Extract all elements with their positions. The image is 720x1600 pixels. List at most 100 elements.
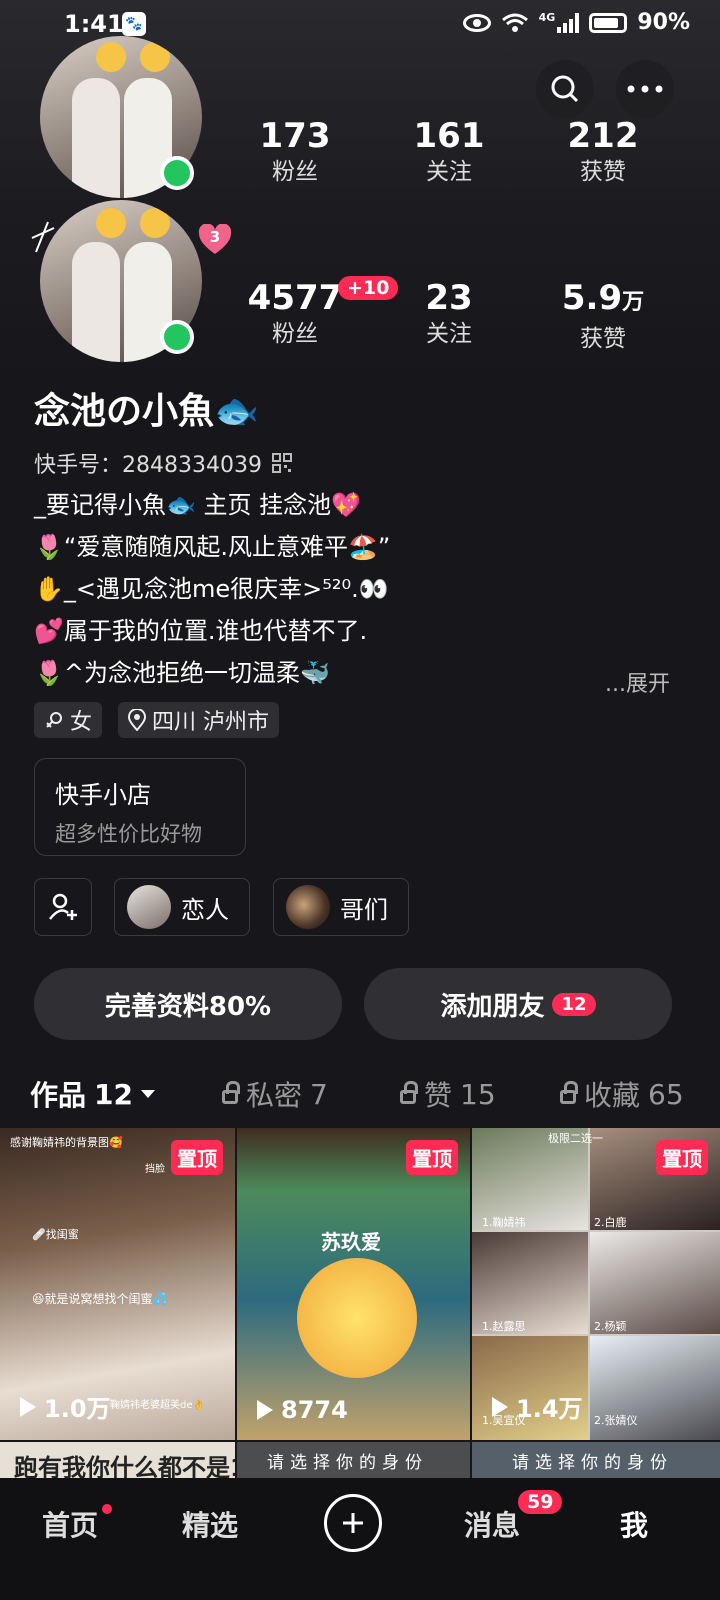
stat-following-1[interactable]: 161 关注 (374, 116, 524, 188)
video-thumbnail[interactable]: 请选择你的身份 (237, 1442, 470, 1482)
expand-bio-button[interactable]: ...展开 (605, 666, 670, 698)
bio: _要记得小魚🐟 主页 挂念池💖 🌷“爱意随随风起.风止意难平🏖️” ✋_<遇见念… (34, 484, 684, 694)
stat-label: 粉丝 (272, 321, 318, 347)
nav-featured[interactable]: 精选 (182, 1504, 238, 1544)
heart-badge-count: 3 (209, 228, 221, 246)
stat-label: 获赞 (580, 159, 626, 185)
home-notification-dot (102, 1504, 112, 1514)
stat-likes-1[interactable]: 212 获赞 (528, 116, 678, 188)
nav-label: 消息 (464, 1509, 521, 1542)
eye-icon (462, 13, 491, 32)
thumbnail-caption: 感谢鞠婧祎的背景图🥰 (10, 1136, 123, 1149)
tab-works[interactable]: 作品 12 (30, 1074, 155, 1114)
video-thumbnail[interactable]: 苏玖爱 置顶 8774 (237, 1128, 470, 1440)
stat-label: 关注 (426, 321, 472, 347)
plus-icon (343, 1513, 363, 1533)
messages-badge: 59 (518, 1490, 563, 1514)
thumbnail-caption: 😆就是说窝想找个闺蜜💦 (32, 1292, 168, 1306)
nav-me[interactable]: 我 (620, 1504, 648, 1544)
video-thumbnail[interactable]: 请选择你的身份 (472, 1442, 720, 1482)
grid-option-label: 1.赵露思 (482, 1320, 526, 1333)
relation-label: 哥们 (340, 895, 388, 924)
tab-count: 7 (310, 1077, 328, 1111)
tab-count: 12 (94, 1077, 133, 1111)
lock-icon (400, 1081, 418, 1104)
shop-card[interactable]: 快手小店 超多性价比好物 (34, 758, 246, 856)
bio-line: 💕属于我的位置.谁也代替不了. (34, 617, 368, 645)
nav-messages[interactable]: 消息 (464, 1504, 520, 1544)
location-tag: 四川 泸州市 (118, 702, 279, 738)
profile-page: 1:41 🐾 4G 90% 173 粉丝 161 关注 212 获赞 3 457… (0, 0, 720, 1600)
tab-favorites[interactable]: 收藏 65 (560, 1074, 684, 1114)
relation-buddy[interactable]: 哥们 (273, 878, 409, 936)
create-button[interactable] (324, 1494, 382, 1552)
thumbnail-caption: 请选择你的身份 (267, 1453, 428, 1473)
lock-icon (222, 1081, 240, 1104)
play-icon (257, 1400, 273, 1420)
gender-tag: 女 (34, 702, 103, 738)
add-friend-button[interactable]: 添加朋友 12 (364, 968, 672, 1040)
pinned-badge: 置顶 (656, 1140, 708, 1175)
add-relation-button[interactable] (34, 878, 92, 936)
signal-icon (557, 12, 580, 33)
stat-value: 161 (413, 116, 485, 156)
tab-private[interactable]: 私密 7 (222, 1074, 328, 1114)
grid-option-label: 1.鞠婧祎 (482, 1216, 526, 1229)
play-count: 1.0万 (20, 1389, 111, 1424)
thumbnail-caption: 请选择你的身份 (512, 1453, 673, 1473)
tab-label: 收藏 (584, 1079, 641, 1112)
add-friend-label: 添加朋友 (440, 991, 545, 1022)
shop-subtitle: 超多性价比好物 (55, 822, 202, 846)
kuaishou-id: 快手号：2848334039 (34, 453, 262, 478)
thumbnail-corner-caption: 挡脸 (145, 1164, 165, 1175)
battery-icon (589, 12, 628, 33)
battery-level: 90% (637, 10, 690, 35)
search-icon (551, 75, 579, 103)
shop-title: 快手小店 (55, 781, 151, 809)
play-count: 1.4万 (492, 1389, 583, 1424)
network-type: 4G (538, 11, 556, 24)
video-thumbnail[interactable]: 跑有我你什么都不是1 (0, 1442, 235, 1482)
relation-avatar (286, 885, 330, 929)
bio-line: ✋_<遇见念池me很庆幸>⁵²⁰.👀 (34, 575, 389, 603)
relation-lover[interactable]: 恋人 (114, 878, 250, 936)
thumbnail-caption: 跑有我你什么都不是1 (14, 1454, 235, 1482)
tab-likes[interactable]: 赞 15 (400, 1074, 496, 1114)
stat-unit: 万 (622, 290, 645, 315)
wifi-icon (501, 13, 528, 32)
content-tabs: 作品 12 私密 7 赞 15 收藏 65 (0, 1064, 720, 1122)
play-count: 8774 (257, 1396, 348, 1424)
online-indicator (160, 156, 194, 190)
stat-label: 关注 (426, 159, 472, 185)
search-button[interactable] (536, 60, 594, 118)
grid-option-label: 2.张婧仪 (594, 1414, 638, 1427)
stat-label: 获赞 (580, 326, 626, 352)
thumbnail-caption: 极限二选一 (548, 1132, 603, 1145)
bio-line: 🌷^为念池拒绝一切温柔🐳 (34, 659, 330, 687)
chevron-down-icon (140, 1090, 155, 1098)
pinned-badge: 置顶 (171, 1140, 223, 1175)
add-person-icon (49, 893, 77, 920)
tab-label: 赞 (424, 1079, 453, 1112)
more-icon (627, 85, 663, 93)
video-thumbnail[interactable]: 感谢鞠婧祎的背景图🥰 挡脸 🩹找闺蜜 😆就是说窝想找个闺蜜💦 鞠婧祎老婆超美de… (0, 1128, 235, 1440)
location-icon (128, 709, 146, 731)
nav-label: 精选 (182, 1509, 239, 1542)
heart-notification-badge[interactable]: 3 (198, 224, 232, 258)
nav-label: 首页 (42, 1509, 99, 1542)
video-thumbnail[interactable]: 极限二选一 1.鞠婧祎 2.白鹿 1.赵露思 2.杨颖 1.吴宣仪 2.张婧仪 … (472, 1128, 720, 1440)
nav-home[interactable]: 首页 (42, 1504, 98, 1544)
gender-text: 女 (70, 710, 93, 735)
stat-followers-1[interactable]: 173 粉丝 (220, 116, 370, 188)
profile-name: 念池の小魚🐟 (34, 391, 259, 432)
thumbnail-caption: 苏玖爱 (321, 1230, 381, 1254)
lock-icon (560, 1081, 578, 1104)
stat-likes-2[interactable]: 5.9万 获赞 (528, 278, 678, 355)
nav-label: 我 (620, 1509, 649, 1542)
complete-profile-button[interactable]: 完善资料80% (34, 968, 342, 1040)
stat-value: 5.9 (561, 278, 623, 318)
kuaishou-id-row[interactable]: 快手号：2848334039 (34, 447, 292, 479)
stat-following-2[interactable]: 23 关注 (374, 278, 524, 350)
relation-avatar (127, 885, 171, 929)
more-button[interactable] (616, 60, 674, 118)
